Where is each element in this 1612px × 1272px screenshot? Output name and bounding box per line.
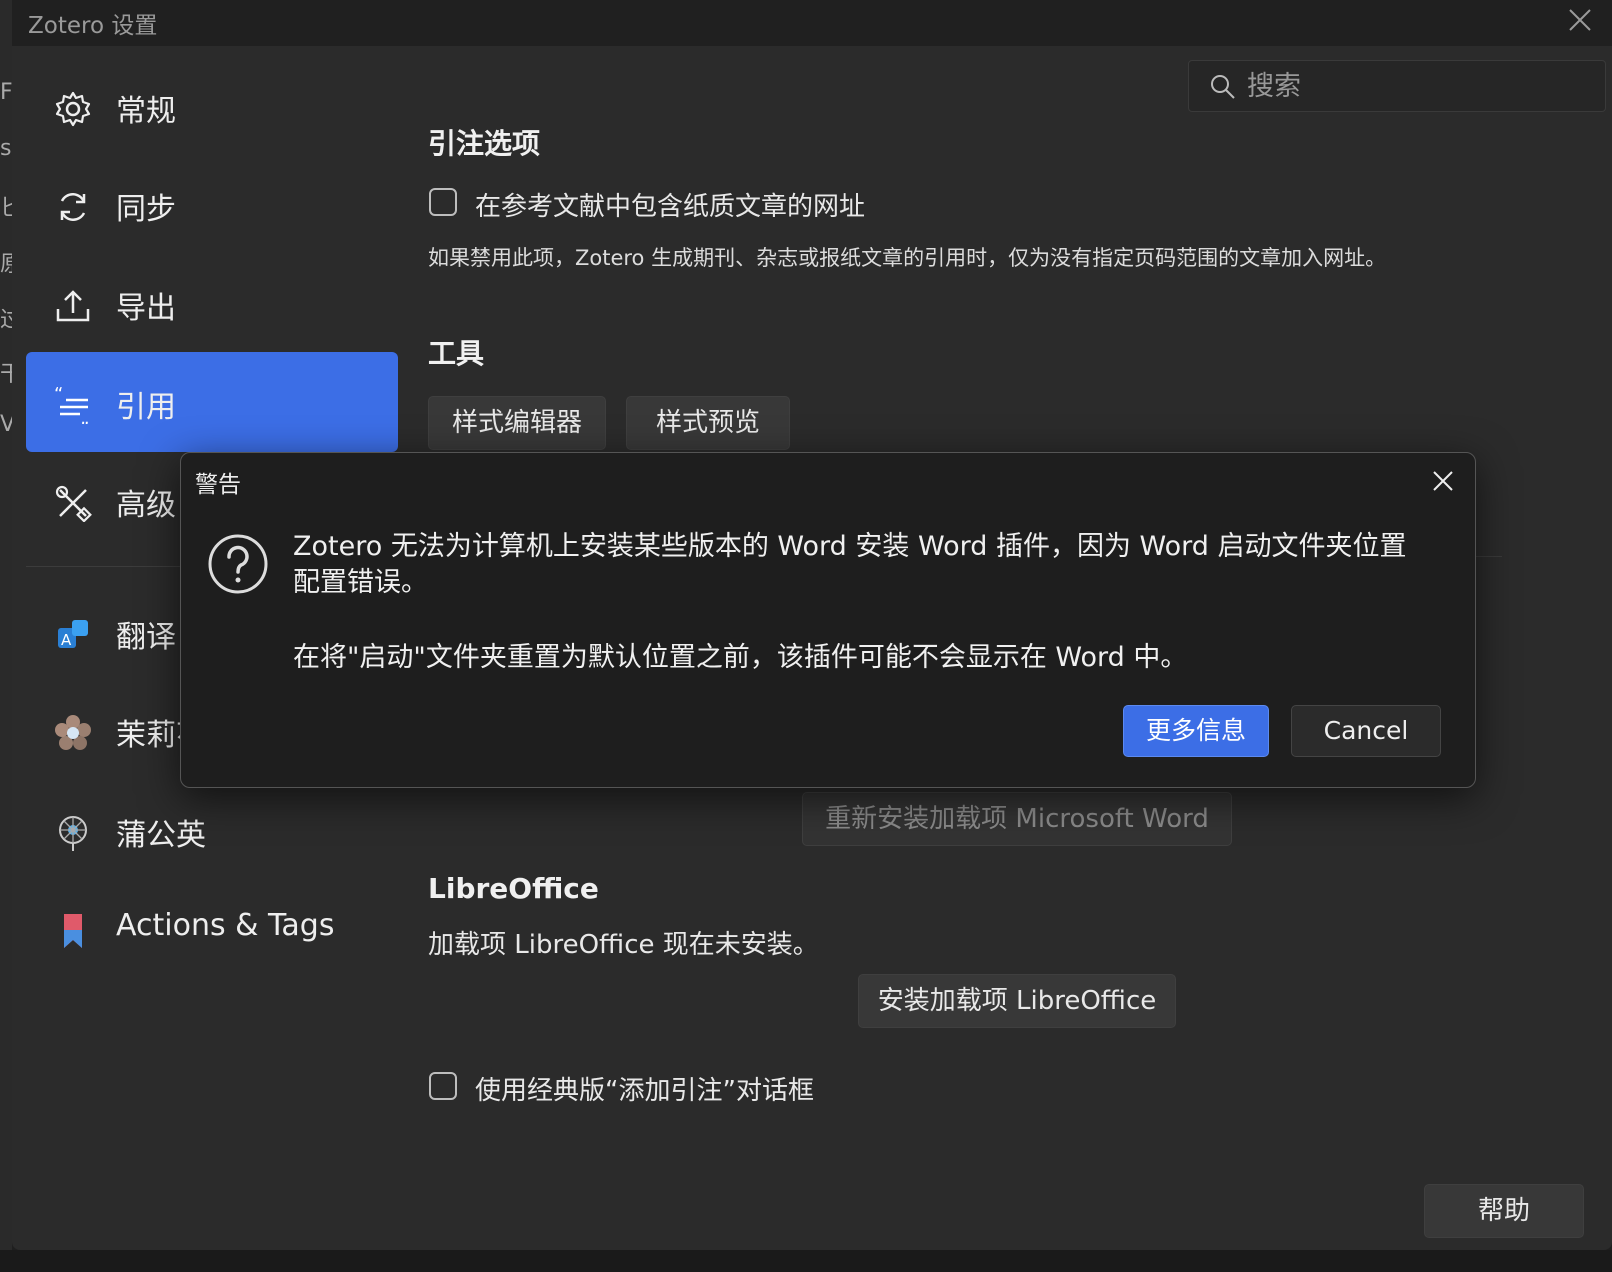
bookmark-icon [64, 914, 82, 948]
svg-text:„: „ [80, 408, 89, 424]
sidebar-item-label: 导出 [116, 291, 176, 326]
taskbar-edge [0, 1250, 1612, 1272]
cancel-button[interactable]: Cancel [1291, 705, 1441, 757]
style-editor-button[interactable]: 样式编辑器 [428, 396, 606, 450]
libreoffice-heading: LibreOffice [428, 872, 599, 905]
background-app-strip: F s 匕 原 过 干 V [0, 0, 12, 1272]
sidebar-item-label: 翻译 [116, 620, 176, 655]
citation-options-heading: 引注选项 [428, 127, 541, 160]
style-preview-button[interactable]: 样式预览 [626, 396, 790, 450]
sidebar-item-export[interactable]: 导出 [26, 253, 398, 353]
tools-icon [55, 485, 92, 522]
include-url-label: 在参考文献中包含纸质文章的网址 [475, 192, 866, 222]
sidebar-item-cite[interactable]: “ „ 引用 [26, 352, 398, 452]
dialog-title: 警告 [195, 472, 241, 498]
question-icon [208, 534, 268, 594]
classic-dialog-label: 使用经典版“添加引注”对话框 [475, 1076, 814, 1106]
close-icon[interactable] [1429, 467, 1457, 495]
warning-dialog: 警告 Zotero 无法为计算机上安装某些版本的 Word 安装 Word 插件… [180, 452, 1476, 788]
install-libreoffice-button[interactable]: 安装加载项 LibreOffice [858, 974, 1176, 1028]
background-char: 匕 [0, 196, 12, 221]
sidebar-item-label: Actions & Tags [116, 908, 335, 943]
search-box[interactable] [1188, 60, 1606, 112]
sidebar-item-sync[interactable]: 同步 [26, 154, 398, 254]
background-char: s [0, 136, 12, 161]
sidebar-item-label: 同步 [116, 192, 176, 227]
settings-window: Zotero 设置 常规 同步 导出 “ „ 引用 高级 A 翻译 茉莉花 蒲公… [12, 0, 1612, 1250]
reinstall-word-addin-button[interactable]: 重新安装加载项 Microsoft Word [802, 792, 1232, 846]
sidebar-item-dandelion[interactable]: 蒲公英 [26, 780, 398, 880]
svg-text:A: A [61, 631, 72, 649]
include-url-description: 如果禁用此项，Zotero 生成期刊、杂志或报纸文章的引用时，仅为没有指定页码范… [428, 246, 1387, 270]
more-info-button[interactable]: 更多信息 [1123, 705, 1269, 757]
dialog-message-secondary: 在将"启动"文件夹重置为默认位置之前，该插件可能不会显示在 Word 中。 [293, 642, 1188, 673]
translate-icon: A [58, 620, 88, 649]
sidebar-item-general[interactable]: 常规 [26, 56, 398, 156]
gear-icon [55, 91, 91, 127]
background-char: 原 [0, 252, 12, 277]
sidebar-item-label: 蒲公英 [116, 818, 206, 853]
sidebar-item-actions-tags[interactable]: Actions & Tags [26, 878, 398, 978]
svg-text:“: “ [54, 386, 63, 405]
title-bar: Zotero 设置 [12, 0, 1612, 46]
include-url-checkbox[interactable] [429, 188, 457, 216]
sync-icon [60, 193, 86, 221]
search-input[interactable] [1245, 67, 1589, 105]
quote-icon: “ „ [54, 386, 89, 424]
libreoffice-status: 加载项 LibreOffice 现在未安装。 [428, 930, 819, 960]
background-char: 干 [0, 362, 12, 387]
dandelion-icon [59, 816, 87, 851]
background-char: 过 [0, 308, 12, 333]
window-title: Zotero 设置 [28, 13, 158, 39]
search-icon [1211, 75, 1235, 99]
sidebar-item-label: 引用 [116, 390, 176, 425]
tools-heading: 工具 [428, 337, 485, 370]
dialog-message-primary: Zotero 无法为计算机上安装某些版本的 Word 安装 Word 插件，因为… [293, 531, 1407, 598]
jasmine-icon [55, 715, 91, 750]
export-icon [56, 290, 90, 322]
sidebar-item-label: 常规 [116, 94, 176, 129]
close-icon[interactable] [1566, 6, 1594, 34]
background-char: V [0, 412, 12, 437]
sidebar-item-label: 高级 [116, 488, 176, 523]
help-button[interactable]: 帮助 [1424, 1184, 1584, 1238]
background-char: F [0, 80, 12, 105]
classic-dialog-checkbox[interactable] [429, 1072, 457, 1100]
